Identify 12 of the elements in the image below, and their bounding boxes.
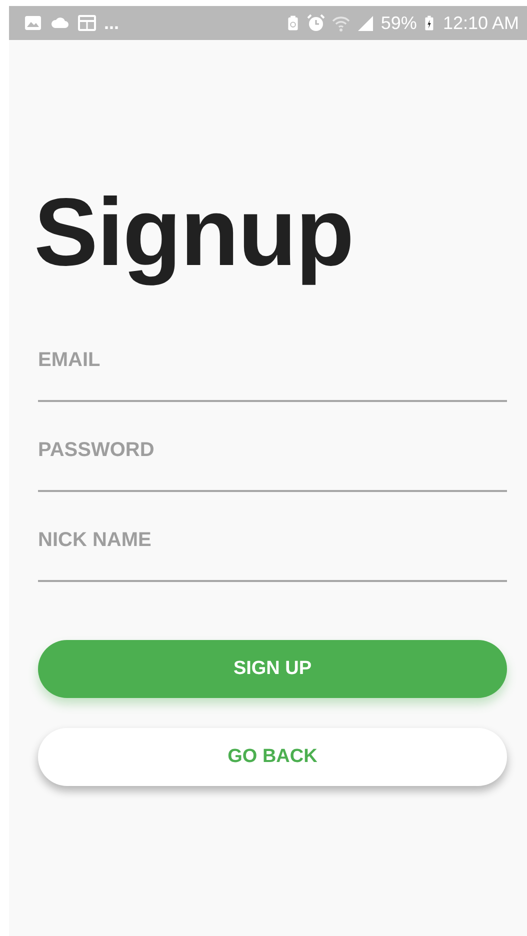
battery-percent: 59%	[380, 12, 417, 34]
back-button[interactable]: GO BACK	[38, 728, 507, 786]
page-title: Signup	[34, 180, 354, 286]
text-field[interactable]: EMAIL	[38, 338, 507, 402]
alarm-icon	[306, 13, 326, 33]
more-notifications: ...	[104, 12, 120, 34]
clock-time: 12:10 AM	[442, 12, 519, 34]
calendar-icon	[77, 13, 97, 33]
text-field[interactable]: PASSWORD	[38, 428, 507, 492]
text-field[interactable]: NICK NAME	[38, 518, 507, 582]
signup-button[interactable]: SIGN UP	[38, 640, 507, 698]
image-icon	[23, 13, 43, 33]
